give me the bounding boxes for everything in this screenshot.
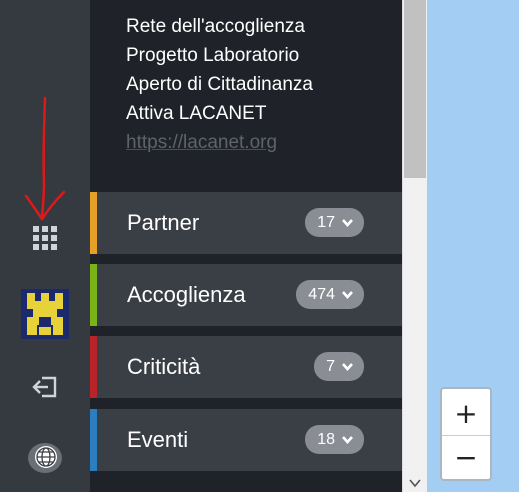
description-line: Rete dell'accoglienza xyxy=(126,16,305,37)
chevron-down-icon xyxy=(342,436,353,444)
category-count-badge[interactable]: 17 xyxy=(305,208,364,237)
category-count: 7 xyxy=(326,357,335,375)
avatar-icon xyxy=(21,289,69,339)
category-accoglienza[interactable]: Accoglienza 474 xyxy=(90,264,402,326)
category-label: Partner xyxy=(127,210,200,235)
network-description: Rete dell'accoglienza Progetto Laborator… xyxy=(126,12,396,157)
globe-button[interactable] xyxy=(0,438,90,478)
description-line: Aperto di Cittadinanza xyxy=(126,74,313,95)
zoom-control: + − xyxy=(440,387,492,481)
scrollbar-thumb[interactable] xyxy=(404,0,426,178)
category-color-stripe xyxy=(90,336,97,398)
logout-icon xyxy=(32,376,57,398)
category-count-badge[interactable]: 18 xyxy=(305,425,364,454)
category-count: 474 xyxy=(308,285,335,303)
panel-scrollbar[interactable] xyxy=(402,0,427,492)
scroll-down-button[interactable] xyxy=(403,474,427,492)
category-count: 18 xyxy=(317,430,335,448)
category-count: 17 xyxy=(317,213,335,231)
category-criticita[interactable]: Criticità 7 xyxy=(90,336,402,398)
category-partner[interactable]: Partner 17 xyxy=(90,192,402,254)
category-color-stripe xyxy=(90,264,97,326)
description-line: Attiva LACANET xyxy=(126,103,267,124)
icon-rail xyxy=(0,0,90,492)
category-color-stripe xyxy=(90,409,97,471)
category-label: Criticità xyxy=(127,354,201,379)
chevron-down-icon xyxy=(409,479,421,488)
main-panel: Rete dell'accoglienza Progetto Laborator… xyxy=(90,0,402,492)
logout-button[interactable] xyxy=(0,372,90,402)
website-link[interactable]: https://lacanet.org xyxy=(126,128,396,157)
category-label: Accoglienza xyxy=(127,282,246,307)
chevron-down-icon xyxy=(342,219,353,227)
category-eventi[interactable]: Eventi 18 xyxy=(90,409,402,471)
category-label: Eventi xyxy=(127,427,189,452)
zoom-out-button[interactable]: − xyxy=(442,435,490,479)
user-avatar-button[interactable] xyxy=(0,288,90,340)
chevron-down-icon xyxy=(342,291,353,299)
apps-button[interactable] xyxy=(0,220,90,256)
description-line: Progetto Laboratorio xyxy=(126,45,300,66)
category-color-stripe xyxy=(90,192,97,254)
zoom-in-button[interactable]: + xyxy=(442,391,490,435)
category-count-badge[interactable]: 474 xyxy=(296,280,364,309)
apps-grid-icon xyxy=(33,226,57,250)
map-view[interactable]: + − xyxy=(427,0,519,492)
category-count-badge[interactable]: 7 xyxy=(314,352,364,381)
chevron-down-icon xyxy=(342,363,353,371)
globe-icon xyxy=(28,443,62,473)
